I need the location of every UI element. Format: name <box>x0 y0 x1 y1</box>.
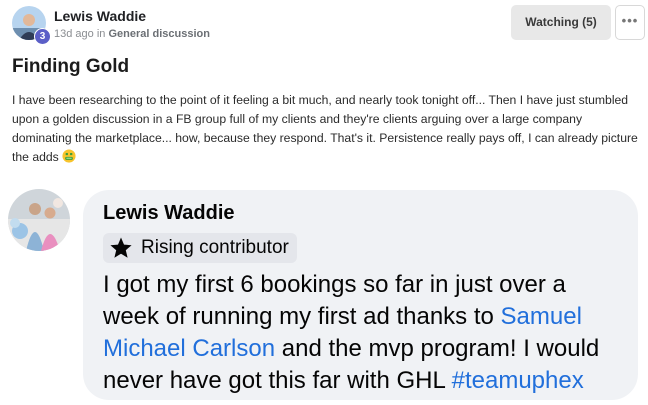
post-body-text: I have been researching to the point of … <box>12 93 638 164</box>
post-meta: 13d ago in General discussion <box>54 28 210 40</box>
comment-author-name[interactable]: Lewis Waddie <box>103 202 620 225</box>
post-time: 13d ago in <box>54 28 106 40</box>
more-options-button[interactable]: ••• <box>615 5 645 40</box>
comment-avatar-photo <box>8 189 70 251</box>
post-body: I have been researching to the point of … <box>12 91 644 167</box>
post-category[interactable]: General discussion <box>108 28 209 40</box>
level-badge: 3 <box>34 28 51 45</box>
comment-text-part-1: I got my first 6 bookings so far in just… <box>103 271 566 330</box>
hashtag-link[interactable]: #teamuphex <box>452 367 584 394</box>
post-title: Finding Gold <box>12 56 130 77</box>
star-icon <box>110 237 132 258</box>
watching-button[interactable]: Watching (5) <box>511 5 611 40</box>
comment-text: I got my first 6 bookings so far in just… <box>103 269 620 397</box>
author-avatar[interactable]: 3 <box>12 6 51 45</box>
comment-bubble: Lewis Waddie Rising contributor I got my… <box>83 190 638 400</box>
post-author-name[interactable]: Lewis Waddie <box>54 8 146 24</box>
badge-label: Rising contributor <box>141 237 289 258</box>
rising-contributor-badge: Rising contributor <box>103 233 297 263</box>
money-mouth-face-icon <box>62 149 76 163</box>
